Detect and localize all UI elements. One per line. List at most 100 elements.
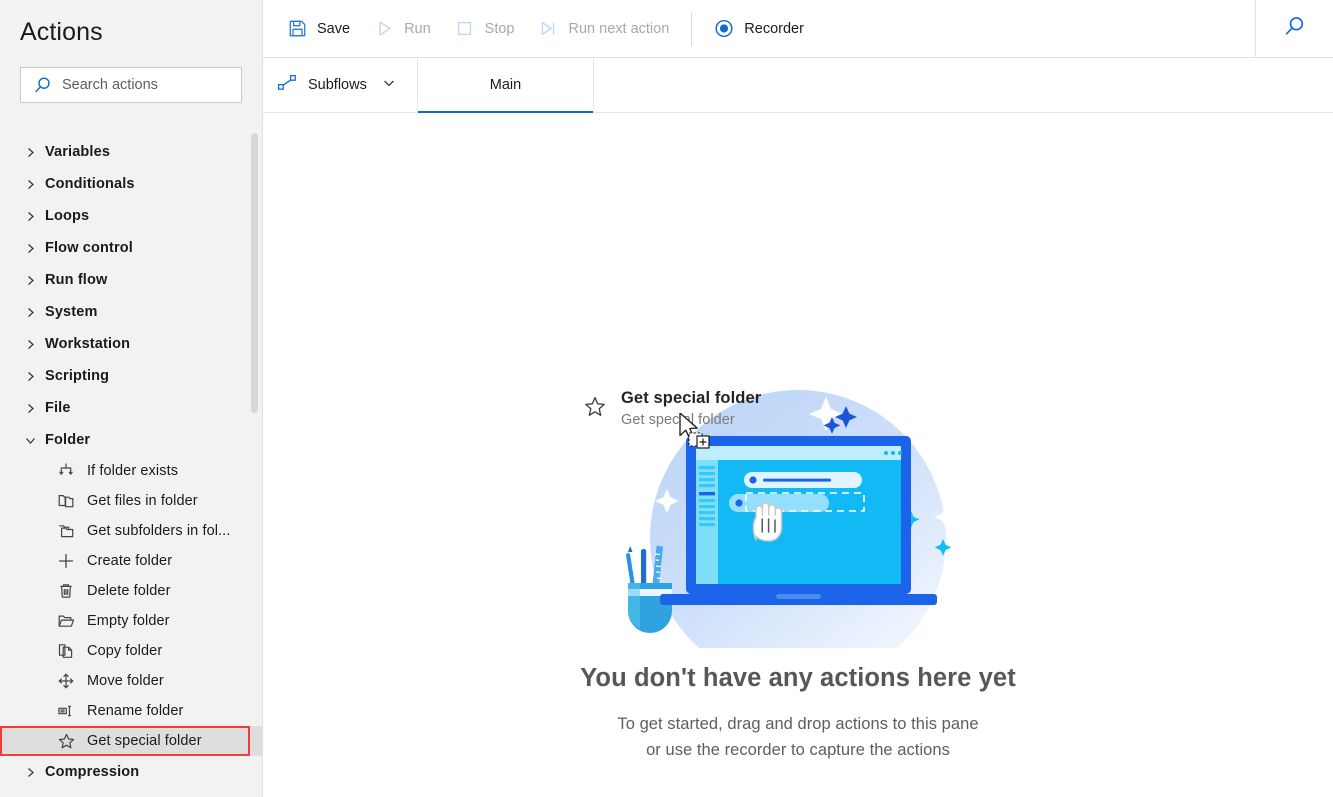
star-icon [583,395,607,419]
save-button[interactable]: Save [275,9,362,49]
sidebar-scrollbar-thumb[interactable] [251,133,258,413]
page-title: Actions [20,18,103,46]
save-label: Save [317,20,351,37]
play-icon [374,19,394,39]
actions-sidebar: Actions Variables Conditionals Loops [0,0,263,797]
plus-icon [56,551,76,571]
flow-canvas[interactable]: You don't have any actions here yet To g… [263,113,1333,797]
tree-group-run-flow[interactable]: Run flow [0,264,262,296]
rename-icon [56,701,76,721]
toolbar-divider [691,11,693,46]
action-item-delete-folder[interactable]: Delete folder [0,576,262,606]
chevron-right-icon [21,399,39,417]
action-item-label: Move folder [87,673,164,689]
tab-bar: Subflows Main [263,58,1333,113]
tab-label: Main [489,77,522,93]
search-icon [33,76,52,95]
chevron-down-icon [21,431,39,449]
tree-group-variables[interactable]: Variables [0,136,262,168]
star-icon [56,731,76,751]
chevron-down-icon [382,76,396,95]
subflow-nodes-icon [277,73,299,98]
step-over-icon [539,19,559,39]
tree-group-compression[interactable]: Compression [0,756,262,788]
tree-group-label: File [45,400,71,416]
action-item-move-folder[interactable]: Move folder [0,666,262,696]
empty-state-line1: To get started, drag and drop actions to… [617,715,979,733]
action-item-empty-folder[interactable]: Empty folder [0,606,262,636]
recorder-button[interactable]: Recorder [702,9,816,49]
chevron-right-icon [21,271,39,289]
run-next-action-button[interactable]: Run next action [527,9,682,49]
empty-state-description: To get started, drag and drop actions to… [263,711,1333,763]
tree-group-label: Loops [45,208,90,224]
tree-group-system[interactable]: System [0,296,262,328]
action-item-rename-folder[interactable]: Rename folder [0,696,262,726]
branch-arrows-icon [56,461,76,481]
action-item-label: If folder exists [87,463,179,479]
empty-state-line2: or use the recorder to capture the actio… [646,741,950,759]
tree-group-conditionals[interactable]: Conditionals [0,168,262,200]
stop-label: Stop [484,20,515,37]
action-item-copy-folder[interactable]: Copy folder [0,636,262,666]
copy-icon [56,641,76,661]
action-item-label: Copy folder [87,643,163,659]
tree-group-label: System [45,304,98,320]
action-item-get-files-in-folder[interactable]: Get files in folder [0,486,262,516]
empty-state-title: You don't have any actions here yet [580,664,1016,692]
drag-preview-item: Get special folder Get special folder [583,389,761,428]
save-icon [287,19,307,39]
action-item-label: Delete folder [87,583,171,599]
action-item-label: Get files in folder [87,493,198,509]
tree-group-flow-control[interactable]: Flow control [0,232,262,264]
tree-group-file[interactable]: File [0,392,262,424]
tree-group-loops[interactable]: Loops [0,200,262,232]
main-toolbar: Save Run Stop Run next action Recorder [263,0,1333,58]
tree-group-label: Conditionals [45,176,135,192]
trash-icon [56,581,76,601]
action-item-get-subfolders-in-folder[interactable]: Get subfolders in fol... [0,516,262,546]
action-item-create-folder[interactable]: Create folder [0,546,262,576]
toolbar-search-button[interactable] [1255,0,1333,58]
chevron-right-icon [21,367,39,385]
tree-group-scripting[interactable]: Scripting [0,360,262,392]
actions-tree: Variables Conditionals Loops Flow contro… [0,136,262,797]
recorder-label: Recorder [744,20,804,37]
stop-button[interactable]: Stop [443,9,527,49]
chevron-right-icon [21,763,39,781]
chevron-right-icon [21,335,39,353]
search-actions-box[interactable] [20,67,242,103]
action-item-get-special-folder[interactable]: Get special folder [0,726,262,756]
search-input[interactable] [62,77,222,93]
open-folder-icon [56,611,76,631]
action-item-if-folder-exists[interactable]: If folder exists [0,456,262,486]
action-item-label: Rename folder [87,703,184,719]
run-next-action-label: Run next action [568,20,670,37]
drag-copy-cursor [679,412,713,454]
stop-square-icon [455,19,475,39]
tree-group-label: Scripting [45,368,110,384]
action-item-label: Create folder [87,553,173,569]
move-arrows-icon [56,671,76,691]
search-icon [1283,15,1306,43]
action-item-label: Empty folder [87,613,170,629]
tree-group-folder[interactable]: Folder [0,424,262,456]
record-circle-icon [714,19,734,39]
empty-state: You don't have any actions here yet To g… [263,368,1333,763]
right-pane: Save Run Stop Run next action Recorder S… [263,0,1333,797]
action-item-label: Get special folder [87,733,202,749]
subfolders-icon [56,521,76,541]
tree-group-label: Compression [45,764,140,780]
chevron-right-icon [21,175,39,193]
chevron-right-icon [21,207,39,225]
chevron-right-icon [21,143,39,161]
subflows-button[interactable]: Subflows [263,58,418,112]
tree-group-label: Variables [45,144,111,160]
tab-main[interactable]: Main [418,58,594,113]
action-item-label: Get subfolders in fol... [87,523,231,539]
run-button[interactable]: Run [362,9,443,49]
folder-files-icon [56,491,76,511]
tree-group-workstation[interactable]: Workstation [0,328,262,360]
subflows-label: Subflows [308,77,367,93]
tree-group-label: Flow control [45,240,133,256]
